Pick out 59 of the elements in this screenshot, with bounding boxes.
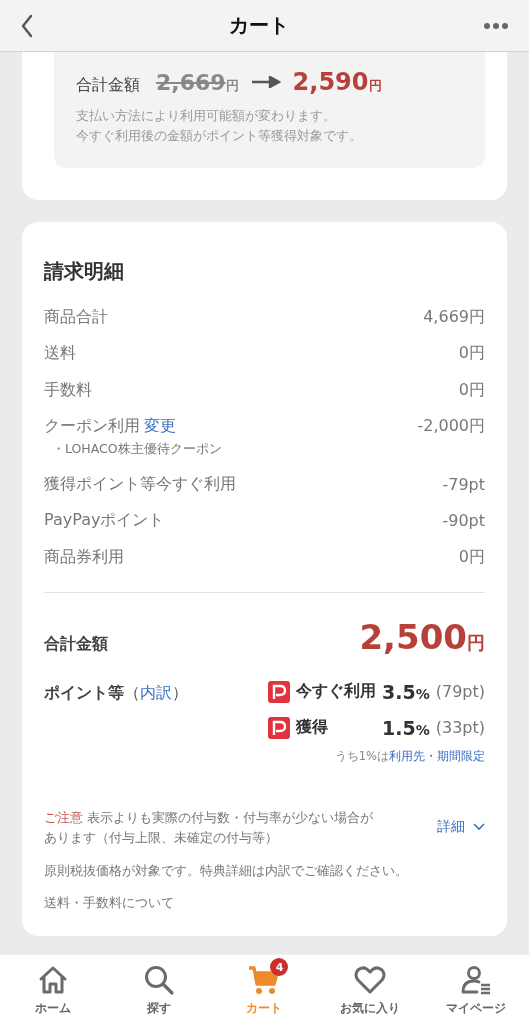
notice-text: ご注意 表示よりも実際の付与数・付与率が少ない場合があります（付与上限、未確定の付与等） (44, 808, 375, 847)
point-amount: (79pt) (435, 682, 485, 701)
note-text: 支払い方法により利用可能額が変わります。 (76, 107, 337, 125)
row-value: -90pt (442, 511, 485, 531)
tab[interactable]: 4 カート (219, 955, 310, 1024)
row-value: 0円 (458, 343, 485, 365)
point-type: 獲得 (296, 717, 329, 738)
total-label: 合計金額 (44, 633, 108, 655)
usage-limit-link[interactable]: 利用先・期間限定 (389, 748, 485, 763)
row-label: 送料 (44, 343, 76, 365)
count-badge: 4 (270, 958, 289, 976)
point-rate: 3.5% (382, 680, 430, 703)
row-label: 商品合計 (44, 306, 108, 328)
breakdown-link[interactable]: 内訳 (140, 682, 172, 764)
tab[interactable]: マイページ (431, 955, 522, 1024)
total-amount: 2,500円 (359, 616, 485, 657)
row-label: クーポン利用 (44, 416, 140, 438)
more-button[interactable] (483, 21, 509, 30)
row-label: PayPayポイント (44, 510, 165, 532)
row-label: 手数料 (44, 379, 92, 401)
coupon-name: ・LOHACO株主優待クーポン (52, 441, 223, 458)
details-link[interactable]: 詳細 (437, 817, 485, 836)
parenthesis: ） (172, 682, 188, 704)
row-label: 商品券利用 (44, 546, 124, 568)
fee-info-link[interactable]: 送料・手数料について (44, 893, 485, 912)
back-button[interactable] (20, 13, 34, 38)
arrow-icon (250, 76, 281, 88)
row-value: 0円 (458, 379, 485, 401)
point-type: 今すぐ利用 (296, 681, 376, 702)
point-amount: (33pt) (435, 718, 485, 737)
back-icon (20, 13, 34, 38)
tab[interactable]: お気に入り (325, 955, 416, 1024)
discounted-price: 2,590円 (292, 68, 382, 96)
cart-icon (248, 964, 281, 996)
original-price: 2,669 円 (156, 70, 239, 95)
points-label: ポイント等 (44, 682, 124, 704)
tab[interactable]: ホーム (7, 955, 98, 1024)
chevron-down-icon (473, 822, 485, 831)
heart-icon (354, 964, 387, 996)
note-text: 今すぐ利用後の金額がポイント等獲得対象です。 (76, 127, 363, 145)
row-value: -2,000円 (417, 416, 485, 438)
change-link[interactable]: 変更 (144, 416, 176, 438)
parenthesis: （ (124, 682, 140, 704)
section-title: 請求明細 (44, 258, 125, 285)
total-label: 合計金額 (76, 75, 140, 96)
point-rate: 1.5% (382, 716, 430, 739)
paypay-icon (268, 680, 290, 703)
row-label: 獲得ポイント等今すぐ利用 (44, 473, 236, 495)
person-icon (460, 964, 493, 996)
more-icon (483, 21, 509, 30)
row-value: 4,669円 (423, 306, 485, 328)
page-title: カート (228, 12, 289, 39)
info-text: 原則税抜価格が対象です。特典詳細は内訳でご確認ください。 (44, 861, 409, 880)
row-value: -79pt (442, 474, 485, 494)
paypay-icon (268, 716, 290, 739)
tab[interactable]: 探す (113, 955, 204, 1024)
search-icon (142, 964, 175, 996)
note-text: うち1%は (334, 748, 389, 763)
row-value: 0円 (458, 546, 485, 568)
